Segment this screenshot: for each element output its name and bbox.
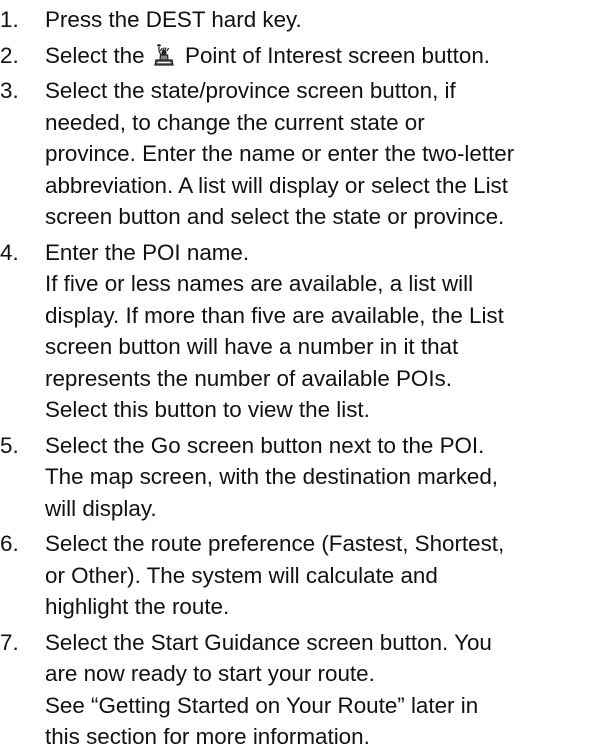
step-2: 2. Select the Point of Interest screen b… xyxy=(0,40,592,72)
instruction-list: 1. Press the DEST hard key. 2. Select th… xyxy=(0,0,602,753)
step-text: or Other). The system will calculate and xyxy=(45,562,438,588)
step-text: needed, to change the current state or xyxy=(45,109,425,135)
step-text: screen button and select the state or pr… xyxy=(45,204,505,229)
step-3: 3. Select the state/province screen butt… xyxy=(0,75,592,233)
step-6: 6. Select the route preference (Fastest,… xyxy=(0,528,592,623)
step-note: See “Getting Started on Your Route” late… xyxy=(45,692,479,718)
step-text: highlight the route. xyxy=(45,594,230,619)
step-1: 1. Press the DEST hard key. xyxy=(0,4,592,36)
step-note: display. If more than five are available… xyxy=(45,302,504,328)
step-note: screen button will have a number in it t… xyxy=(45,334,459,359)
step-number: 4. xyxy=(0,239,19,265)
step-note: Select this button to view the list. xyxy=(45,397,370,422)
step-5: 5. Select the Go screen button next to t… xyxy=(0,430,592,525)
step-text-after-icon: Point of Interest screen button. xyxy=(185,42,490,68)
step-text: Select the Go screen button next to the … xyxy=(45,432,485,458)
step-text-before-icon: Select the xyxy=(45,42,145,68)
step-number: 7. xyxy=(0,629,19,655)
step-text: Select the route preference (Fastest, Sh… xyxy=(45,531,505,556)
step-number: 1. xyxy=(0,7,19,32)
step-number: 2. xyxy=(0,42,19,68)
step-number: 3. xyxy=(0,78,19,103)
step-note: represents the number of available POIs. xyxy=(45,365,452,391)
step-text: province. Enter the name or enter the tw… xyxy=(45,141,515,166)
step-text: will display. xyxy=(45,495,157,521)
step-text: Enter the POI name. xyxy=(45,239,250,265)
step-note: this section for more information. xyxy=(45,724,370,749)
step-text: Select the Point of Interest screen butt… xyxy=(45,40,592,72)
step-text: Select the Start Guidance screen button.… xyxy=(45,629,492,655)
statue-of-liberty-icon xyxy=(154,43,174,66)
step-text: Press the DEST hard key. xyxy=(45,7,302,32)
step-text: Select the state/province screen button,… xyxy=(45,78,456,103)
step-text: The map screen, with the destination mar… xyxy=(45,464,499,489)
step-text: are now ready to start your route. xyxy=(45,661,375,686)
step-text: abbreviation. A list will display or sel… xyxy=(45,172,508,198)
step-note: If five or less names are available, a l… xyxy=(45,271,474,296)
step-7: 7. Select the Start Guidance screen butt… xyxy=(0,627,592,753)
step-number: 5. xyxy=(0,432,19,458)
step-4: 4. Enter the POI name. If five or less n… xyxy=(0,237,592,426)
step-number: 6. xyxy=(0,531,19,556)
